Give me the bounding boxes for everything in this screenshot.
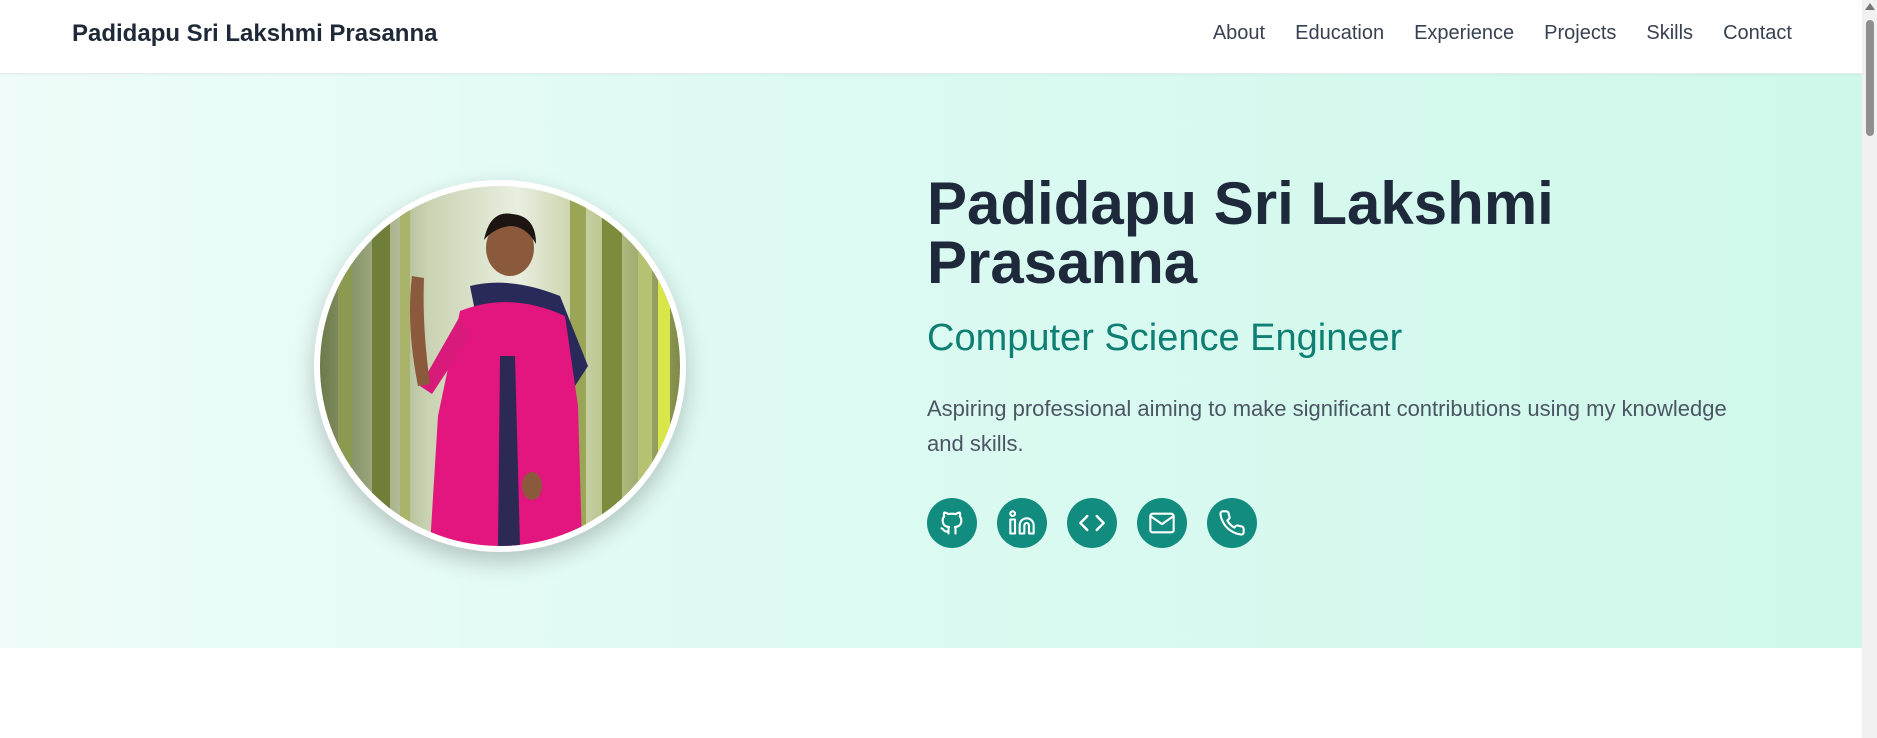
code-icon: [1079, 514, 1105, 532]
hero-name: Padidapu Sri Lakshmi Prasanna: [927, 170, 1554, 296]
profile-photo-frame: [314, 180, 686, 552]
hero-text: Padidapu Sri Lakshmi Prasanna Computer S…: [927, 174, 1747, 461]
brand-link[interactable]: Padidapu Sri Lakshmi Prasanna: [72, 20, 437, 48]
vertical-scrollbar[interactable]: [1862, 0, 1877, 738]
linkedin-link[interactable]: [997, 498, 1047, 548]
scrollbar-thumb[interactable]: [1866, 20, 1874, 136]
hero-description: Aspiring professional aiming to make sig…: [927, 396, 1727, 456]
hero-section: Padidapu Sri Lakshmi Prasanna Computer S…: [0, 74, 1862, 648]
nav-link-experience[interactable]: Experience: [1414, 22, 1514, 45]
nav-link-projects[interactable]: Projects: [1544, 22, 1616, 45]
hero-title: Computer Science Engineer: [927, 317, 1403, 359]
nav-link-contact[interactable]: Contact: [1723, 22, 1792, 45]
navbar: Padidapu Sri Lakshmi Prasanna About Educ…: [0, 0, 1862, 74]
code-link[interactable]: [1067, 498, 1117, 548]
profile-photo: [320, 186, 680, 546]
social-links: [927, 498, 1277, 548]
nav-link-education[interactable]: Education: [1295, 22, 1384, 45]
linkedin-icon: [1009, 510, 1035, 535]
github-icon: [940, 511, 963, 535]
nav-links: About Education Experience Projects Skil…: [1183, 22, 1792, 45]
mail-icon: [1149, 512, 1175, 534]
nav-link-about[interactable]: About: [1213, 22, 1265, 45]
profile-photo-image: [320, 186, 680, 546]
page: Padidapu Sri Lakshmi Prasanna About Educ…: [0, 0, 1862, 738]
phone-icon: [1219, 510, 1245, 536]
phone-link[interactable]: [1207, 498, 1257, 548]
github-link[interactable]: [927, 498, 977, 548]
nav-link-skills[interactable]: Skills: [1646, 22, 1693, 45]
scroll-up-arrow-icon[interactable]: [1865, 3, 1875, 10]
email-link[interactable]: [1137, 498, 1187, 548]
